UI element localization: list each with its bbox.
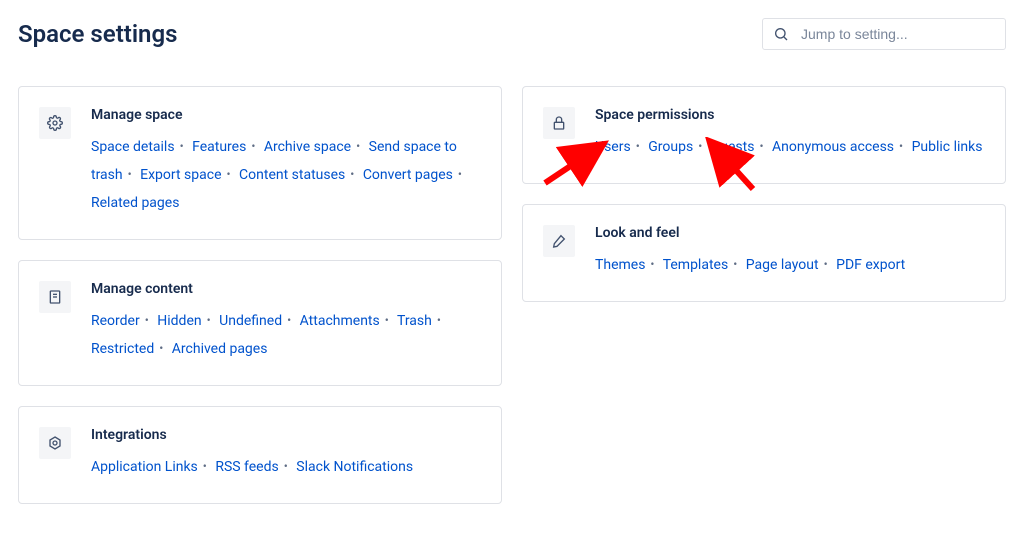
link-public-links[interactable]: Public links [912, 139, 983, 155]
link-groups[interactable]: Groups [648, 139, 693, 155]
link-features[interactable]: Features [192, 139, 246, 155]
brush-icon [543, 225, 575, 257]
separator-dot: • [282, 313, 296, 327]
separator-dot: • [631, 139, 645, 153]
search-box[interactable] [762, 18, 1006, 50]
link-anonymous-access[interactable]: Anonymous access [772, 139, 894, 155]
link-space-details[interactable]: Space details [91, 139, 175, 155]
card-title: Look and feel [595, 225, 983, 241]
link-rss-feeds[interactable]: RSS feeds [215, 459, 278, 475]
separator-dot: • [894, 139, 908, 153]
separator-dot: • [380, 313, 394, 327]
separator-dot: • [202, 313, 216, 327]
card-manage-content: Manage content Reorder• Hidden• Undefine… [18, 260, 502, 386]
separator-dot: • [693, 139, 707, 153]
link-users[interactable]: Users [595, 139, 631, 155]
link-application-links[interactable]: Application Links [91, 459, 198, 475]
link-list: Reorder• Hidden• Undefined• Attachments•… [91, 307, 479, 363]
link-undefined[interactable]: Undefined [219, 313, 282, 329]
link-list: Application Links• RSS feeds• Slack Noti… [91, 453, 479, 481]
link-archive-space[interactable]: Archive space [264, 139, 351, 155]
link-attachments[interactable]: Attachments [300, 313, 380, 329]
separator-dot: • [175, 139, 189, 153]
search-input[interactable] [799, 25, 995, 43]
separator-dot: • [432, 313, 446, 327]
integration-icon [39, 427, 71, 459]
card-title: Integrations [91, 427, 479, 443]
card-look-and-feel: Look and feel Themes• Templates• Page la… [522, 204, 1006, 302]
separator-dot: • [154, 341, 168, 355]
card-title: Space permissions [595, 107, 983, 123]
link-hidden[interactable]: Hidden [157, 313, 201, 329]
link-page-layout[interactable]: Page layout [746, 257, 819, 273]
page-title: Space settings [18, 20, 177, 48]
separator-dot: • [198, 459, 212, 473]
link-guests[interactable]: Guests [711, 139, 755, 155]
link-convert-pages[interactable]: Convert pages [363, 167, 453, 183]
link-slack-notifications[interactable]: Slack Notifications [296, 459, 413, 475]
link-themes[interactable]: Themes [595, 257, 645, 273]
card-title: Manage content [91, 281, 479, 297]
separator-dot: • [140, 313, 154, 327]
card-title: Manage space [91, 107, 479, 123]
link-reorder[interactable]: Reorder [91, 313, 140, 329]
separator-dot: • [728, 257, 742, 271]
separator-dot: • [123, 167, 137, 181]
separator-dot: • [453, 167, 467, 181]
card-space-permissions: Space permissions Users• Groups• Guests•… [522, 86, 1006, 184]
document-icon [39, 281, 71, 313]
link-export-space[interactable]: Export space [140, 167, 221, 183]
separator-dot: • [819, 257, 833, 271]
separator-dot: • [246, 139, 260, 153]
link-list: Themes• Templates• Page layout• PDF expo… [595, 251, 983, 279]
link-content-statuses[interactable]: Content statuses [239, 167, 345, 183]
search-icon [773, 26, 789, 42]
separator-dot: • [279, 459, 293, 473]
link-archived-pages[interactable]: Archived pages [172, 341, 268, 357]
separator-dot: • [222, 167, 236, 181]
link-trash[interactable]: Trash [397, 313, 432, 329]
link-related-pages[interactable]: Related pages [91, 195, 179, 211]
lock-icon [543, 107, 575, 139]
link-list: Space details• Features• Archive space• … [91, 133, 479, 217]
separator-dot: • [754, 139, 768, 153]
separator-dot: • [345, 167, 359, 181]
card-manage-space: Manage space Space details• Features• Ar… [18, 86, 502, 240]
link-pdf-export[interactable]: PDF export [836, 257, 905, 273]
link-templates[interactable]: Templates [663, 257, 729, 273]
gear-icon [39, 107, 71, 139]
link-restricted[interactable]: Restricted [91, 341, 154, 357]
card-integrations: Integrations Application Links• RSS feed… [18, 406, 502, 504]
separator-dot: • [351, 139, 365, 153]
link-list: Users• Groups• Guests• Anonymous access•… [595, 133, 983, 161]
separator-dot: • [645, 257, 659, 271]
